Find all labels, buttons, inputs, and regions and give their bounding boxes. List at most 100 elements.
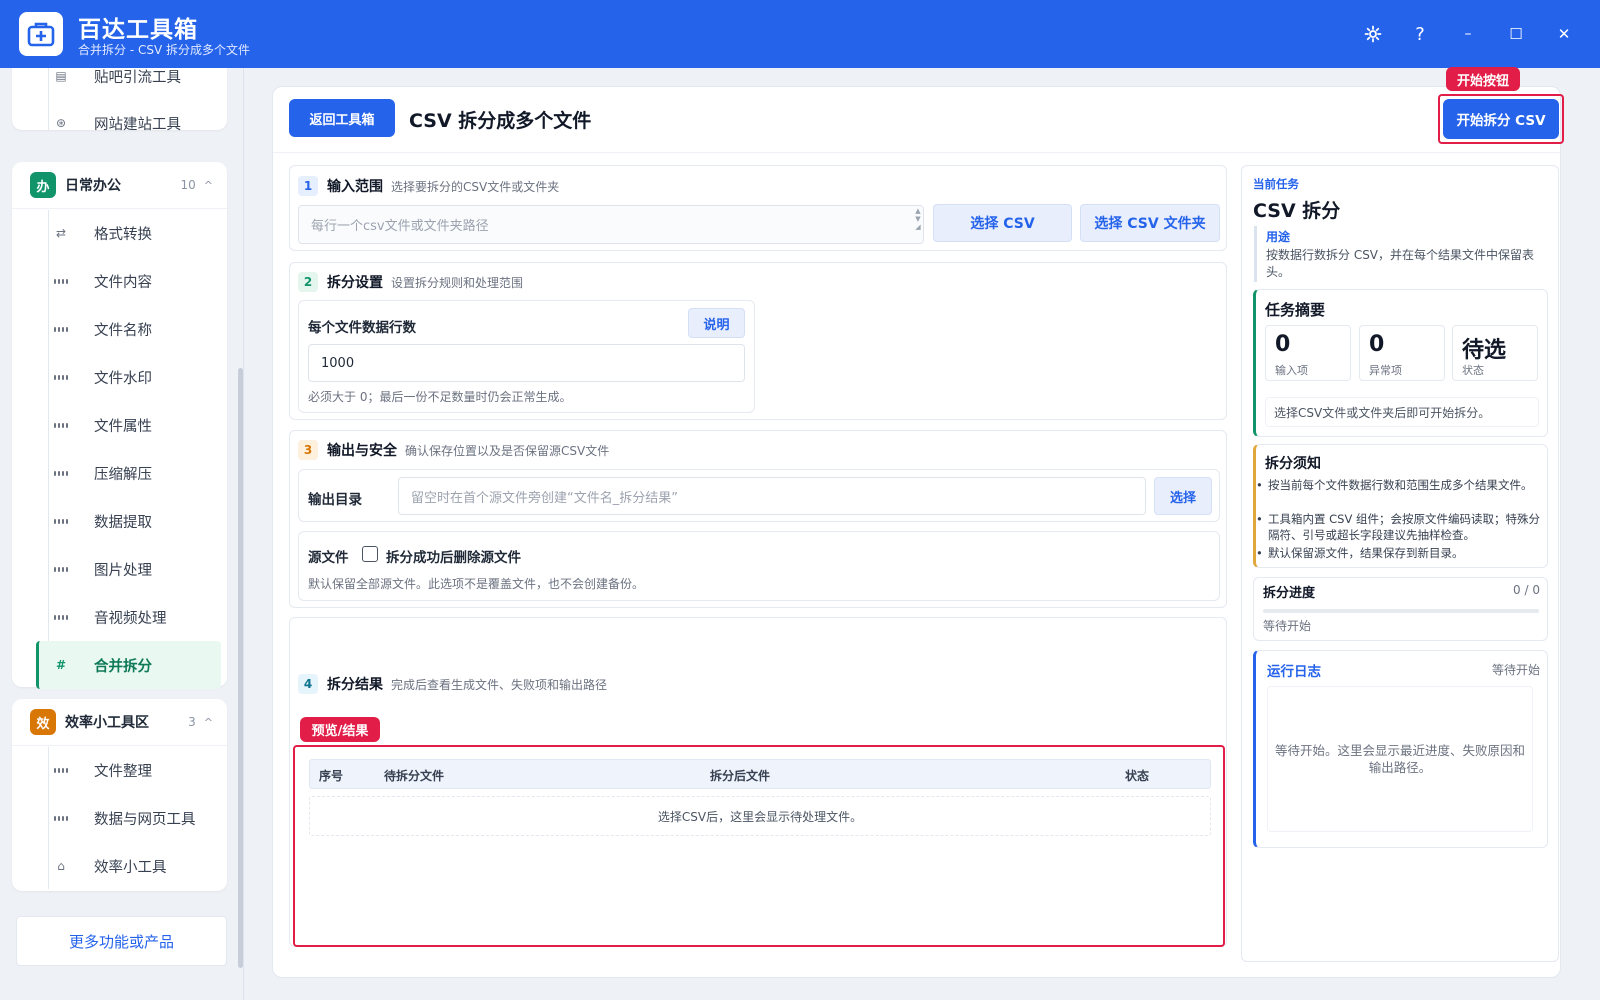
hash-icon: # xyxy=(55,658,67,672)
close-button[interactable]: ✕ xyxy=(1548,18,1580,50)
progress-count: 0 / 0 xyxy=(1513,583,1540,597)
section-title: 拆分设置 xyxy=(327,275,383,291)
source-hint: 默认保留全部源文件。此选项不是覆盖文件，也不会创建备份。 xyxy=(308,577,645,591)
section-title: 输出与安全 xyxy=(327,443,397,459)
notice-bullet: 按当前每个文件数据行数和范围生成多个结果文件。 xyxy=(1256,477,1546,493)
summary-note: 选择CSV文件或文件夹后即可开始拆分。 xyxy=(1265,397,1539,427)
sidebar-item-file-organize[interactable]: 文件整理 xyxy=(12,746,227,794)
select-csv-button[interactable]: 选择 CSV xyxy=(933,204,1072,242)
sidebar-item-label: 图片处理 xyxy=(94,562,152,579)
source-file-label: 源文件 xyxy=(308,550,349,566)
sidebar-group-header[interactable]: 效 效率小工具区 3 ^ xyxy=(12,699,227,746)
current-task-label: 当前任务 xyxy=(1253,177,1299,191)
stat-value: 0 xyxy=(1275,332,1291,357)
sidebar: ▤ 贴吧引流工具 ⊛ 网站建站工具 办 日常办公 10 ^ ⇄ 格式转换 文件内… xyxy=(0,68,244,1000)
preview-result-tag: 预览/结果 xyxy=(300,717,380,742)
sidebar-item-format-convert[interactable]: ⇄ 格式转换 xyxy=(12,209,227,257)
sidebar-group-promo: ▤ 贴吧引流工具 ⊛ 网站建站工具 xyxy=(12,68,227,133)
sidebar-item-compress[interactable]: 压缩解压 xyxy=(12,449,227,497)
stat-error-count: 0 异常项 xyxy=(1359,325,1445,381)
sidebar-item-image[interactable]: 图片处理 xyxy=(12,545,227,593)
stat-value: 待选 xyxy=(1462,338,1507,363)
sidebar-item-data-extract[interactable]: 数据提取 xyxy=(12,497,227,545)
section-settings-header: 2 拆分设置 设置拆分规则和处理范围 xyxy=(298,272,523,292)
notice-title: 拆分须知 xyxy=(1265,456,1321,472)
textarea-placeholder: 每行一个csv文件或文件夹路径 xyxy=(311,219,489,234)
more-products-button[interactable]: 更多功能或产品 xyxy=(16,916,227,966)
sidebar-item-media[interactable]: 音视频处理 xyxy=(12,593,227,641)
back-to-toolbox-button[interactable]: 返回工具箱 xyxy=(289,99,395,137)
sidebar-item-label: 音视频处理 xyxy=(94,610,167,627)
stat-label: 状态 xyxy=(1462,364,1484,377)
progress-title: 拆分进度 xyxy=(1263,586,1316,601)
sidebar-item-label: 贴吧引流工具 xyxy=(94,69,181,86)
log-placeholder: 等待开始。这里会显示最近进度、失败原因和输出路径。 xyxy=(1274,743,1525,775)
stat-value: 0 xyxy=(1369,332,1385,357)
app-title: 百达工具箱 xyxy=(78,17,198,43)
output-dir-input[interactable]: 留空时在首个源文件旁创建“文件名_拆分结果” xyxy=(398,477,1146,515)
section-title: 输入范围 xyxy=(327,179,383,195)
office-badge: 办 xyxy=(30,172,56,198)
usage-text: 按数据行数拆分 CSV，并在每个结果文件中保留表头。 xyxy=(1266,248,1535,279)
page-title: CSV 拆分成多个文件 xyxy=(409,110,592,132)
group-count: 3 xyxy=(188,715,196,729)
csv-path-textarea[interactable]: 每行一个csv文件或文件夹路径 xyxy=(298,205,924,244)
start-split-button[interactable]: 开始拆分 CSV xyxy=(1443,99,1559,139)
section-title: 拆分结果 xyxy=(327,677,383,693)
chevron-up-icon[interactable]: ^ xyxy=(204,179,213,192)
group-count: 10 xyxy=(180,178,196,192)
sidebar-item-merge-split[interactable]: # 合并拆分 xyxy=(36,641,221,689)
rows-per-file-value: 1000 xyxy=(321,355,355,371)
toolbox-logo-icon xyxy=(19,12,63,56)
rows-per-file-label: 每个文件数据行数 xyxy=(308,320,416,336)
group-title: 日常办公 xyxy=(65,178,121,194)
textarea-scroll-arrows[interactable]: ▲ ▼ ◢ xyxy=(914,207,922,241)
stat-status: 待选 状态 xyxy=(1452,325,1538,381)
section-desc: 选择要拆分的CSV文件或文件夹 xyxy=(391,179,560,194)
sidebar-group-header[interactable]: 办 日常办公 10 ^ xyxy=(12,162,227,209)
sidebar-scrollbar[interactable] xyxy=(238,368,243,968)
section-output-header: 3 输出与安全 确认保存位置以及是否保留源CSV文件 xyxy=(298,440,609,460)
sidebar-item-file-attributes[interactable]: 文件属性 xyxy=(12,401,227,449)
grid-icon xyxy=(54,811,68,825)
section-input-header: 1 输入范围 选择要拆分的CSV文件或文件夹 xyxy=(298,176,559,196)
stat-label: 输入项 xyxy=(1275,364,1308,377)
sidebar-item-label: 文件整理 xyxy=(94,763,152,780)
grid-icon xyxy=(54,322,68,336)
sidebar-item-data-web[interactable]: 数据与网页工具 xyxy=(12,794,227,842)
grid-icon xyxy=(54,466,68,480)
app-subtitle: 合并拆分 - CSV 拆分成多个文件 xyxy=(78,43,250,57)
result-table-header: 序号 待拆分文件 拆分后文件 状态 xyxy=(309,759,1211,789)
usage-label: 用途 xyxy=(1266,230,1291,244)
settings-gear-icon[interactable] xyxy=(1357,18,1389,50)
explain-button[interactable]: 说明 xyxy=(688,308,745,338)
sidebar-item-label: 文件水印 xyxy=(94,370,152,387)
chevron-up-icon[interactable]: ^ xyxy=(204,716,213,729)
sidebar-item-website[interactable]: ⊛ 网站建站工具 xyxy=(12,99,227,147)
log-status: 等待开始 xyxy=(1491,663,1540,677)
rows-per-file-input[interactable]: 1000 xyxy=(308,344,745,382)
delete-source-checkbox[interactable] xyxy=(362,546,378,562)
sidebar-item-efficiency-tools[interactable]: ⌂ 效率小工具 xyxy=(12,842,227,890)
header-divider xyxy=(273,152,1560,153)
sidebar-item-watermark[interactable]: 文件水印 xyxy=(12,353,227,401)
choose-output-dir-button[interactable]: 选择 xyxy=(1154,477,1212,515)
output-dir-placeholder: 留空时在首个源文件旁创建“文件名_拆分结果” xyxy=(411,490,678,506)
col-output-file: 拆分后文件 xyxy=(710,769,771,783)
log-title: 运行日志 xyxy=(1267,664,1321,680)
minimize-button[interactable]: – xyxy=(1452,18,1484,50)
grid-icon xyxy=(54,610,68,624)
delete-source-label[interactable]: 拆分成功后删除源文件 xyxy=(386,546,521,566)
select-csv-folder-button[interactable]: 选择 CSV 文件夹 xyxy=(1080,204,1220,242)
log-area[interactable]: 等待开始。这里会显示最近进度、失败原因和输出路径。 xyxy=(1267,686,1533,832)
maximize-button[interactable]: ☐ xyxy=(1500,18,1532,50)
step-number: 4 xyxy=(298,674,318,694)
stat-input-count: 0 输入项 xyxy=(1265,325,1351,381)
title-bar: 百达工具箱 合并拆分 - CSV 拆分成多个文件 ? – ☐ ✕ xyxy=(0,0,1600,68)
sidebar-group-efficiency: 效 效率小工具区 3 ^ 文件整理 数据与网页工具 ⌂ 效率小工具 xyxy=(12,699,227,891)
sidebar-item-file-content[interactable]: 文件内容 xyxy=(12,257,227,305)
sidebar-item-file-name[interactable]: 文件名称 xyxy=(12,305,227,353)
sidebar-item-tieba[interactable]: ▤ 贴吧引流工具 xyxy=(12,68,227,100)
usage-accent xyxy=(1254,226,1257,282)
help-button[interactable]: ? xyxy=(1404,18,1436,50)
